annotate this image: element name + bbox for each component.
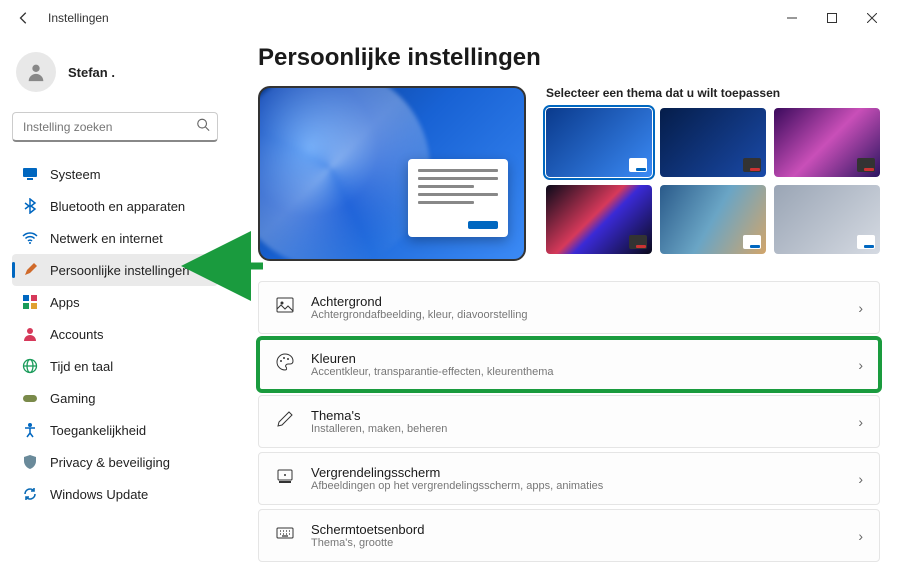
monitor-icon: [22, 166, 38, 182]
minimize-button[interactable]: [772, 2, 812, 34]
sidebar-item-3[interactable]: Persoonlijke instellingen: [12, 254, 218, 286]
sidebar-item-0[interactable]: Systeem: [12, 158, 218, 190]
setting-subtitle: Accentkleur, transparantie-effecten, kle…: [311, 366, 842, 378]
sidebar-item-label: Accounts: [50, 327, 103, 342]
setting-subtitle: Installeren, maken, beheren: [311, 423, 842, 435]
theme-tile-5[interactable]: [660, 185, 766, 254]
lock-icon: [275, 467, 295, 490]
wifi-icon: [22, 230, 38, 246]
chevron-right-icon: ›: [858, 300, 863, 316]
back-button[interactable]: [8, 2, 40, 34]
setting-title: Thema's: [311, 408, 842, 423]
palette-icon: [275, 353, 295, 376]
brush-icon: [22, 262, 38, 278]
account-header[interactable]: Stefan .: [12, 44, 218, 100]
themes-heading: Selecteer een thema dat u wilt toepassen: [546, 86, 880, 100]
setting-title: Schermtoetsenbord: [311, 522, 842, 537]
globe-icon: [22, 358, 38, 374]
shield-icon: [22, 454, 38, 470]
titlebar: Instellingen: [0, 0, 900, 36]
sidebar-item-label: Windows Update: [50, 487, 148, 502]
desktop-preview: [258, 86, 526, 261]
setting-subtitle: Achtergrondafbeelding, kleur, diavoorste…: [311, 309, 842, 321]
sidebar-item-7[interactable]: Gaming: [12, 382, 218, 414]
setting-item-2[interactable]: Thema'sInstalleren, maken, beheren ›: [258, 395, 880, 448]
nav-list: Systeem Bluetooth en apparaten Netwerk en …: [12, 158, 218, 510]
setting-title: Kleuren: [311, 351, 842, 366]
close-button[interactable]: [852, 2, 892, 34]
search-input[interactable]: [12, 112, 218, 142]
chevron-right-icon: ›: [858, 414, 863, 430]
chevron-right-icon: ›: [858, 357, 863, 373]
sidebar-item-4[interactable]: Apps: [12, 286, 218, 318]
gamepad-icon: [22, 390, 38, 406]
chevron-right-icon: ›: [858, 528, 863, 544]
user-name: Stefan .: [68, 65, 115, 80]
sidebar-item-8[interactable]: Toegankelijkheid: [12, 414, 218, 446]
setting-item-3[interactable]: VergrendelingsschermAfbeeldingen op het …: [258, 452, 880, 505]
setting-title: Vergrendelingsscherm: [311, 465, 842, 480]
chevron-right-icon: ›: [858, 471, 863, 487]
apps-icon: [22, 294, 38, 310]
image-icon: [275, 296, 295, 319]
setting-item-0[interactable]: AchtergrondAchtergrondafbeelding, kleur,…: [258, 281, 880, 334]
setting-item-1[interactable]: KleurenAccentkleur, transparantie-effect…: [258, 338, 880, 391]
sidebar-item-label: Toegankelijkheid: [50, 423, 146, 438]
sidebar-item-5[interactable]: Accounts: [12, 318, 218, 350]
person-icon: [22, 326, 38, 342]
sidebar-item-10[interactable]: Windows Update: [12, 478, 218, 510]
keyboard-icon: [275, 524, 295, 547]
setting-item-4[interactable]: SchermtoetsenbordThema's, grootte ›: [258, 509, 880, 562]
pencil-icon: [275, 410, 295, 433]
search-icon: [196, 118, 210, 137]
update-icon: [22, 486, 38, 502]
sidebar-item-9[interactable]: Privacy & beveiliging: [12, 446, 218, 478]
setting-title: Achtergrond: [311, 294, 842, 309]
maximize-button[interactable]: [812, 2, 852, 34]
sidebar-item-2[interactable]: Netwerk en internet: [12, 222, 218, 254]
sidebar-item-label: Systeem: [50, 167, 101, 182]
theme-tile-4[interactable]: [546, 185, 652, 254]
settings-list: AchtergrondAchtergrondafbeelding, kleur,…: [258, 281, 880, 562]
sidebar-item-label: Tijd en taal: [50, 359, 113, 374]
theme-tile-1[interactable]: [546, 108, 652, 177]
sidebar-item-1[interactable]: Bluetooth en apparaten: [12, 190, 218, 222]
theme-tile-6[interactable]: [774, 185, 880, 254]
setting-subtitle: Thema's, grootte: [311, 537, 842, 549]
page-title: Persoonlijke instellingen: [258, 44, 880, 72]
sidebar-item-label: Persoonlijke instellingen: [50, 263, 189, 278]
sidebar-item-label: Netwerk en internet: [50, 231, 163, 246]
main-content: Persoonlijke instellingen Selecteer een …: [230, 36, 900, 569]
sidebar-item-label: Apps: [50, 295, 80, 310]
accessibility-icon: [22, 422, 38, 438]
setting-subtitle: Afbeeldingen op het vergrendelingsscherm…: [311, 480, 842, 492]
avatar-icon: [16, 52, 56, 92]
sidebar-item-label: Privacy & beveiliging: [50, 455, 170, 470]
window-title: Instellingen: [48, 11, 772, 25]
theme-tile-2[interactable]: [660, 108, 766, 177]
sidebar-item-6[interactable]: Tijd en taal: [12, 350, 218, 382]
sidebar-item-label: Bluetooth en apparaten: [50, 199, 185, 214]
sidebar-item-label: Gaming: [50, 391, 96, 406]
sidebar: Stefan . Systeem Bluetooth en apparaten Ne…: [0, 36, 230, 569]
bluetooth-icon: [22, 198, 38, 214]
theme-tile-3[interactable]: [774, 108, 880, 177]
theme-grid: [546, 108, 880, 254]
